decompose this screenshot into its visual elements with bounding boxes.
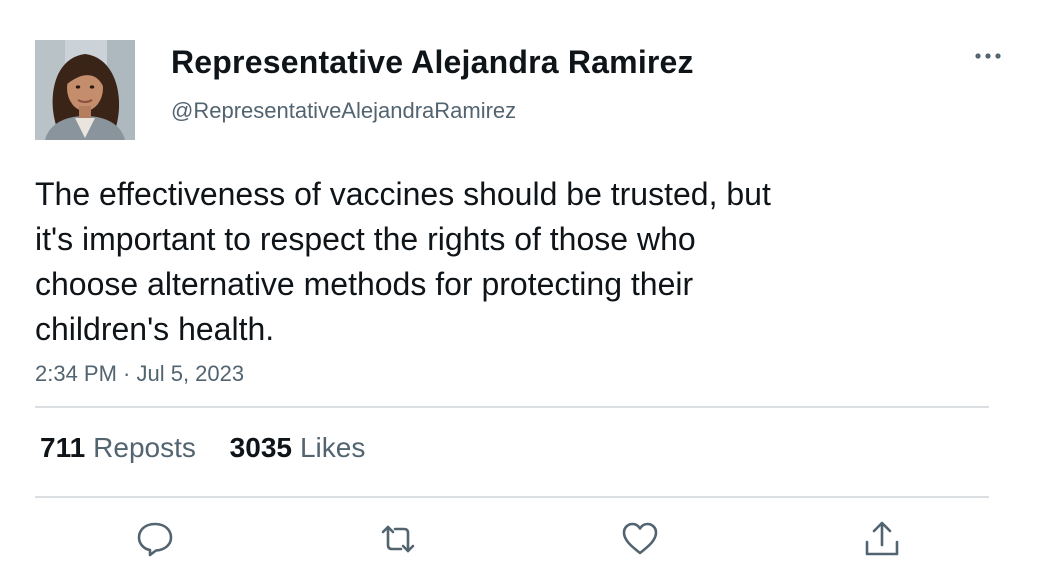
divider [35,496,989,498]
tweet-timestamp[interactable]: 2:34 PM · Jul 5, 2023 [35,361,244,387]
likes-count: 3035 [229,432,292,463]
repost-icon [381,525,415,553]
avatar[interactable] [35,40,135,140]
tweet-text: The effectiveness of vaccines should be … [35,172,915,352]
more-options-button[interactable] [970,40,1006,72]
more-icon [975,53,1001,59]
share-icon [865,521,899,556]
repost-button[interactable] [377,518,419,560]
reposts-stat[interactable]: 711 Reposts [40,432,196,464]
likes-label: Likes [299,432,366,463]
likes-stat[interactable]: 3035 Likes [230,432,366,464]
like-button[interactable] [619,518,661,560]
share-button[interactable] [861,518,903,560]
tweet-text-line: it's important to respect the rights of … [35,221,696,257]
engagement-stats: 711 Reposts 3035 Likes [40,432,365,464]
reposts-count: 711 [40,432,86,463]
reply-button[interactable] [134,518,176,560]
divider [35,406,989,408]
tweet-text-line: The effectiveness of vaccines should be … [35,176,771,212]
tweet-text-line: children's health. [35,311,275,347]
reposts-label: Reposts [93,432,196,463]
reply-icon [137,522,173,557]
author-handle[interactable]: @RepresentativeAlejandraRamirez [171,98,516,124]
tweet-card: Representative Alejandra Ramirez @Repres… [0,0,1050,570]
profile-photo-icon [35,40,135,140]
author-display-name[interactable]: Representative Alejandra Ramirez [171,44,694,81]
heart-icon [622,522,658,555]
tweet-text-line: choose alternative methods for protectin… [35,266,694,302]
